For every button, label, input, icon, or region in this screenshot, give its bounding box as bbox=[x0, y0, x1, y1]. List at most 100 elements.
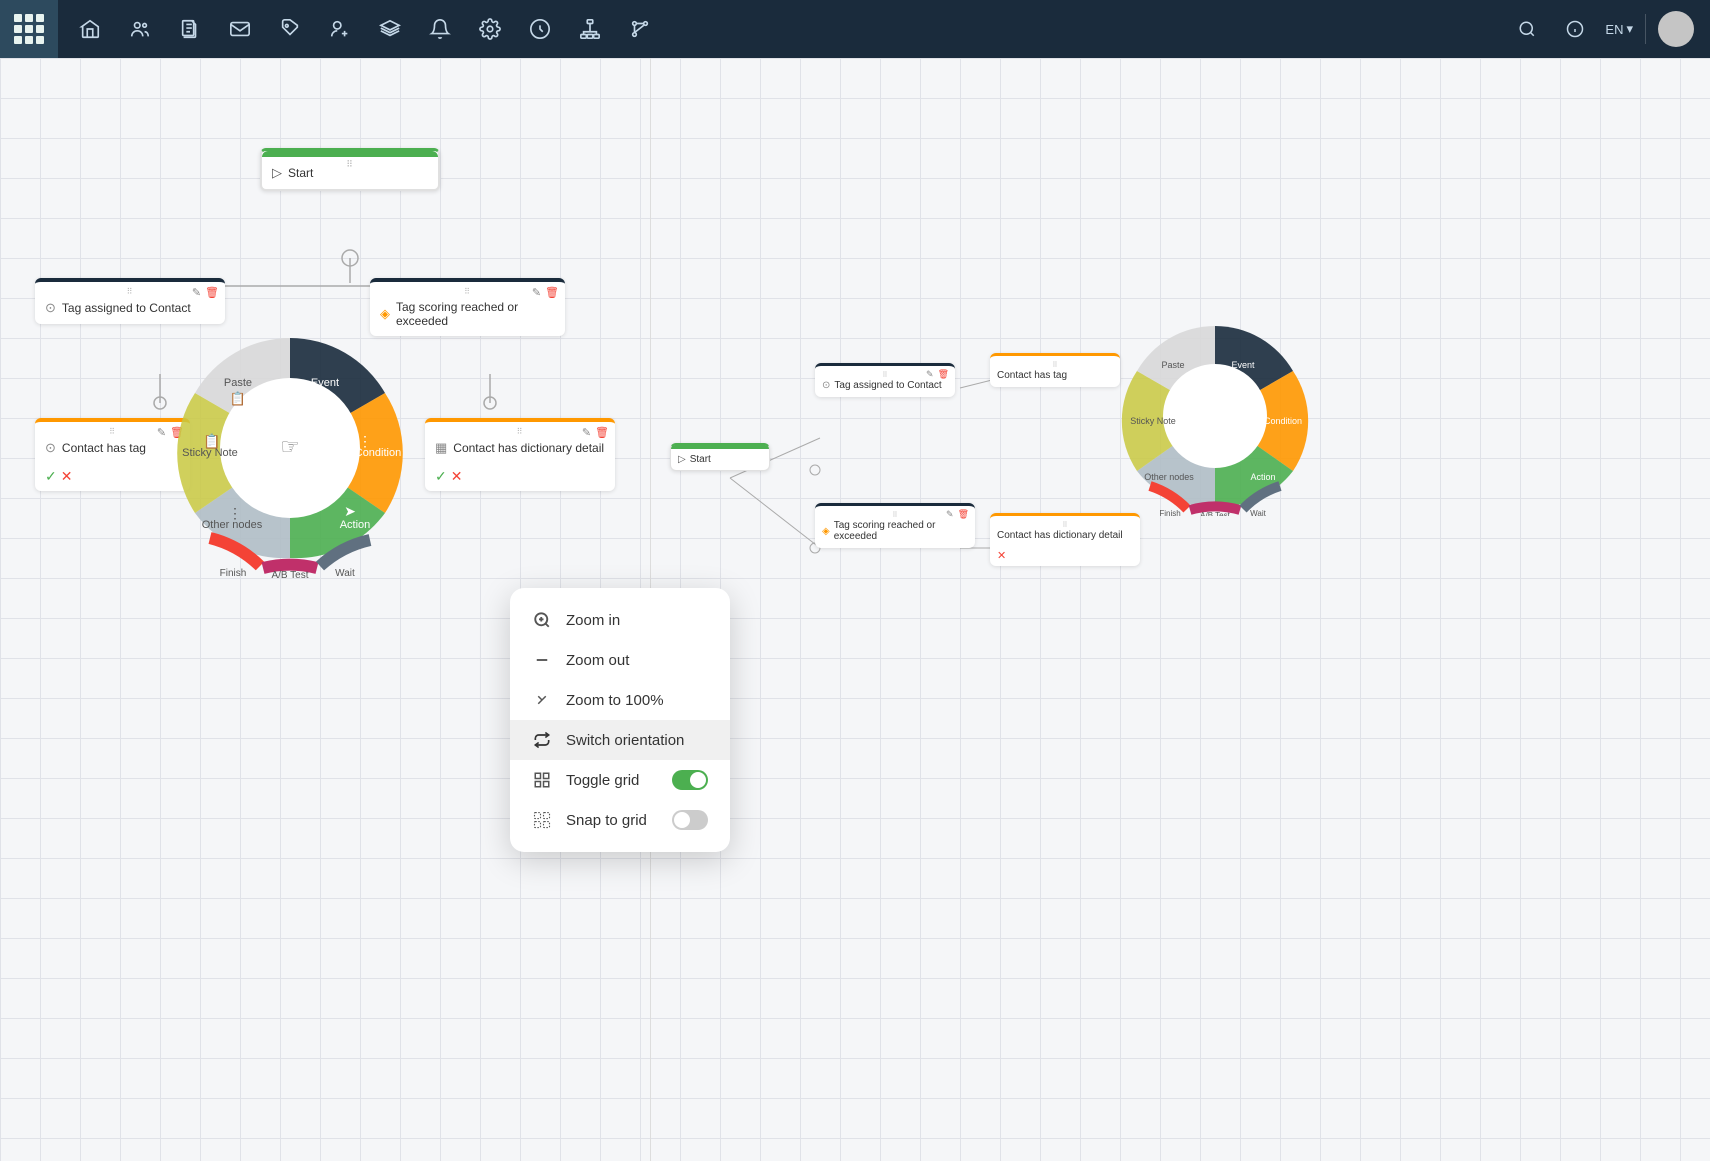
snap-icon bbox=[532, 810, 552, 830]
c2r-drag[interactable]: ⠿ bbox=[1062, 519, 1067, 530]
contact2-type-icon: ▦ bbox=[435, 440, 447, 456]
gear-icon[interactable] bbox=[518, 7, 562, 51]
nav-icons-list bbox=[58, 7, 1509, 51]
start-node-mini[interactable]: ▷ Start bbox=[670, 443, 770, 471]
branch-icon[interactable] bbox=[618, 7, 662, 51]
contact2-edit-icon[interactable]: ✎ bbox=[582, 426, 591, 439]
settings-alt-icon[interactable] bbox=[468, 7, 512, 51]
contact2-drag-handle[interactable]: ⠿ bbox=[517, 426, 524, 437]
svg-text:Condition: Condition bbox=[1264, 416, 1302, 426]
zoom-in-item[interactable]: Zoom in bbox=[510, 600, 730, 640]
info-button[interactable] bbox=[1557, 11, 1593, 47]
tag1r-actions: ✎ 🗑 bbox=[926, 369, 949, 380]
pie-fr-svg: Event Condition Action Other nodes Stick… bbox=[1115, 316, 1315, 516]
contact1-cancel-icon[interactable]: ✕ bbox=[61, 468, 73, 485]
contact1-drag-handle[interactable]: ⠿ bbox=[109, 426, 116, 437]
tag-icon[interactable] bbox=[268, 7, 312, 51]
contacts-icon[interactable] bbox=[118, 7, 162, 51]
apps-button[interactable] bbox=[0, 0, 58, 58]
tag2r-drag[interactable]: ⠿ bbox=[892, 509, 897, 520]
pie-menu[interactable]: Event Condition Action Other nodes Stick… bbox=[160, 318, 420, 578]
tag1-drag-handle[interactable]: ⠿ bbox=[127, 286, 134, 297]
svg-text:⋮: ⋮ bbox=[228, 505, 242, 521]
contact2-status: ✓ ✕ bbox=[425, 464, 615, 491]
svg-text:📋: 📋 bbox=[203, 433, 220, 450]
contact2-delete-icon[interactable]: 🗑 bbox=[595, 426, 609, 439]
tag2r-actions: ✎ 🗑 bbox=[946, 509, 969, 520]
start-drag-handle[interactable]: ⠿ bbox=[346, 159, 354, 170]
workflow-canvas[interactable]: ▷ Start ⠿ ⠿ ✎ 🗑 ⊙ Tag assigned to Contac… bbox=[0, 58, 1710, 1161]
context-menu: Zoom in Zoom out Zoom to 100% Switch ori… bbox=[510, 588, 730, 852]
layers-icon[interactable] bbox=[368, 7, 412, 51]
tag2-delete-icon[interactable]: 🗑 bbox=[545, 286, 559, 299]
contact2-node[interactable]: ⠿ ✎ 🗑 ▦ Contact has dictionary detail ✓ … bbox=[425, 418, 615, 491]
toggle-grid-switch[interactable] bbox=[672, 770, 708, 790]
zoom-100-label: Zoom to 100% bbox=[566, 692, 708, 709]
switch-icon bbox=[532, 730, 552, 750]
mini-start-label: Start bbox=[690, 454, 711, 465]
contact2-mini-node[interactable]: ⠿ Contact has dictionary detail ✕ bbox=[990, 513, 1140, 566]
svg-text:Action: Action bbox=[1250, 472, 1275, 482]
snap-grid-label: Snap to grid bbox=[566, 812, 658, 829]
svg-text:Event: Event bbox=[1231, 360, 1255, 370]
search-button[interactable] bbox=[1509, 11, 1545, 47]
tag1-label: Tag assigned to Contact bbox=[62, 301, 191, 315]
contact1-label: Contact has tag bbox=[62, 441, 146, 455]
zoom-out-item[interactable]: Zoom out bbox=[510, 640, 730, 680]
contact1-ok-icon[interactable]: ✓ bbox=[45, 468, 57, 485]
svg-text:Sticky Note: Sticky Note bbox=[1130, 416, 1176, 426]
c1r-label: Contact has tag bbox=[997, 370, 1067, 381]
snap-grid-item[interactable]: Snap to grid bbox=[510, 800, 730, 840]
pie-menu-far-right[interactable]: Event Condition Action Other nodes Stick… bbox=[1115, 316, 1315, 516]
minus-icon bbox=[532, 650, 552, 670]
tag2-edit-icon[interactable]: ✎ bbox=[532, 286, 541, 299]
contact1-type-icon: ⊙ bbox=[45, 440, 56, 456]
c2r-cancel-icon[interactable]: ✕ bbox=[997, 549, 1006, 562]
tag2-mini-node[interactable]: ⠿ ✎ 🗑 ◈ Tag scoring reached or exceeded bbox=[815, 503, 975, 548]
home-icon[interactable] bbox=[68, 7, 112, 51]
snap-grid-switch[interactable] bbox=[672, 810, 708, 830]
toggle-grid-item[interactable]: Toggle grid bbox=[510, 760, 730, 800]
contact2-actions: ✎ 🗑 bbox=[582, 426, 609, 439]
switch-orientation-item[interactable]: Switch orientation bbox=[510, 720, 730, 760]
tag1-actions: ✎ 🗑 bbox=[192, 286, 219, 299]
svg-text:Finish: Finish bbox=[1159, 509, 1180, 516]
tag2-drag-handle[interactable]: ⠿ bbox=[464, 286, 471, 297]
zoom-100-item[interactable]: Zoom to 100% bbox=[510, 680, 730, 720]
tag1r-icon: ⊙ bbox=[822, 380, 830, 391]
tag1-mini-node[interactable]: ⠿ ✎ 🗑 ⊙ Tag assigned to Contact bbox=[815, 363, 955, 397]
hierarchy-icon[interactable] bbox=[568, 7, 612, 51]
svg-text:A/B Test: A/B Test bbox=[1200, 511, 1230, 516]
bell-icon[interactable] bbox=[418, 7, 462, 51]
start-triangle-icon: ▷ bbox=[272, 165, 282, 181]
c2r-label: Contact has dictionary detail bbox=[997, 530, 1123, 541]
svg-text:Paste: Paste bbox=[1161, 360, 1184, 370]
contact2-cancel-icon[interactable]: ✕ bbox=[451, 468, 463, 485]
plus-icon bbox=[532, 610, 552, 630]
document-icon[interactable] bbox=[168, 7, 212, 51]
svg-text:✦: ✦ bbox=[322, 395, 334, 411]
start-node[interactable]: ▷ Start ⠿ bbox=[260, 148, 440, 191]
mail-icon[interactable] bbox=[218, 7, 262, 51]
tag2r-delete[interactable]: 🗑 bbox=[958, 509, 969, 520]
top-navigation: EN ▾ bbox=[0, 0, 1710, 58]
tag1r-delete[interactable]: 🗑 bbox=[938, 369, 949, 380]
contact2-ok-icon[interactable]: ✓ bbox=[435, 468, 447, 485]
svg-text:📋: 📋 bbox=[230, 391, 246, 406]
tag1-delete-icon[interactable]: 🗑 bbox=[205, 286, 219, 299]
tag1-edit-icon[interactable]: ✎ bbox=[192, 286, 201, 299]
tag1r-drag[interactable]: ⠿ bbox=[882, 369, 887, 380]
svg-text:Finish: Finish bbox=[220, 568, 247, 578]
apps-grid-icon bbox=[14, 14, 44, 44]
user-avatar[interactable] bbox=[1658, 11, 1694, 47]
language-selector[interactable]: EN ▾ bbox=[1605, 21, 1633, 37]
user-add-icon[interactable] bbox=[318, 7, 362, 51]
contact1-mini-node[interactable]: ⠿ Contact has tag bbox=[990, 353, 1120, 387]
svg-text:Action: Action bbox=[340, 519, 371, 531]
mini-start-content: ▷ Start bbox=[671, 449, 769, 470]
tag1r-label: Tag assigned to Contact bbox=[834, 380, 941, 391]
c1r-drag[interactable]: ⠿ bbox=[1052, 359, 1057, 370]
tag1r-edit[interactable]: ✎ bbox=[926, 369, 934, 380]
tag1-type-icon: ⊙ bbox=[45, 300, 56, 316]
tag2r-edit[interactable]: ✎ bbox=[946, 509, 954, 520]
